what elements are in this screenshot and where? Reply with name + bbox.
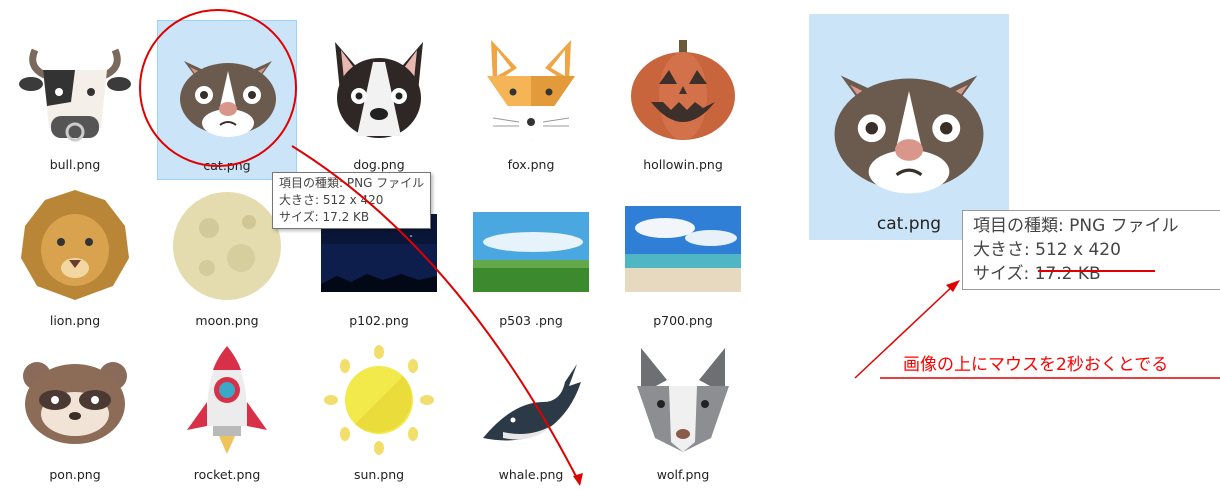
file-label: lion.png [49,313,101,328]
moon-icon [173,192,281,300]
rocket-icon [187,346,267,454]
beach-photo [625,206,741,292]
fox-icon [487,40,575,140]
file-grid: bull.png cat.png dog.png fox.png hollowi… [0,0,780,486]
file-item-fox[interactable]: fox.png [461,20,601,180]
dog-icon [335,42,423,138]
file-item-p700[interactable]: p700.png [613,176,753,336]
file-item-dog[interactable]: dog.png [309,20,449,180]
zoomed-tooltip: 項目の種類: PNG ファイル 大きさ: 512 x 420 サイズ: 17.2… [962,210,1220,290]
file-item-wolf[interactable]: wolf.png [613,330,753,490]
file-label: p700.png [653,313,713,328]
tooltip-dimensions: 大きさ: 512 x 420 [279,193,384,207]
zoomed-tooltip-dimensions: 大きさ: 512 x 420 [973,240,1121,260]
pumpkin-icon [631,40,735,140]
file-label: p503 .png [499,313,563,328]
file-item-pon[interactable]: pon.png [5,330,145,490]
zoomed-tooltip-size: サイズ: 17.2 KB [973,264,1101,284]
file-item-sun[interactable]: sun.png [309,330,449,490]
tooltip-size: サイズ: 17.2 KB [279,210,370,224]
file-label: fox.png [507,157,555,172]
file-item-whale[interactable]: whale.png [461,330,601,490]
file-label: wolf.png [656,467,710,482]
file-item-lion[interactable]: lion.png [5,176,145,336]
file-label: cat.png [203,158,251,173]
file-label: dog.png [353,157,405,172]
raccoon-dog-icon [23,362,127,444]
file-info-tooltip: 項目の種類: PNG ファイル 大きさ: 512 x 420 サイズ: 17.2… [272,172,432,229]
annotation-pointer-head [946,280,960,292]
bull-icon [19,48,131,142]
file-item-p503[interactable]: p503 .png [461,176,601,336]
file-item-bull[interactable]: bull.png [5,20,145,180]
tooltip-type: 項目の種類: PNG ファイル [279,176,425,190]
zoomed-tooltip-type: 項目の種類: PNG ファイル [973,216,1179,236]
file-item-rocket[interactable]: rocket.png [157,330,297,490]
file-label: p102.png [349,313,409,328]
whale-icon [483,364,581,441]
file-item-hollowin[interactable]: hollowin.png [613,20,753,180]
cat-icon [170,33,286,149]
file-label: pon.png [49,467,101,482]
cat-icon [819,32,999,212]
file-item-cat[interactable]: cat.png [157,20,297,180]
file-label: rocket.png [193,467,261,482]
field-sky-photo [473,212,589,292]
zoomed-cat-item: cat.png [809,14,1009,240]
file-label: whale.png [498,467,564,482]
file-label: moon.png [195,313,259,328]
lion-icon [21,190,129,300]
wolf-icon [637,348,729,452]
file-label: sun.png [353,467,405,482]
file-label: bull.png [49,157,101,172]
annotation-text: 画像の上にマウスを2秒おくとでる [903,355,1169,375]
file-label: hollowin.png [643,157,723,172]
sun-icon [324,345,434,455]
